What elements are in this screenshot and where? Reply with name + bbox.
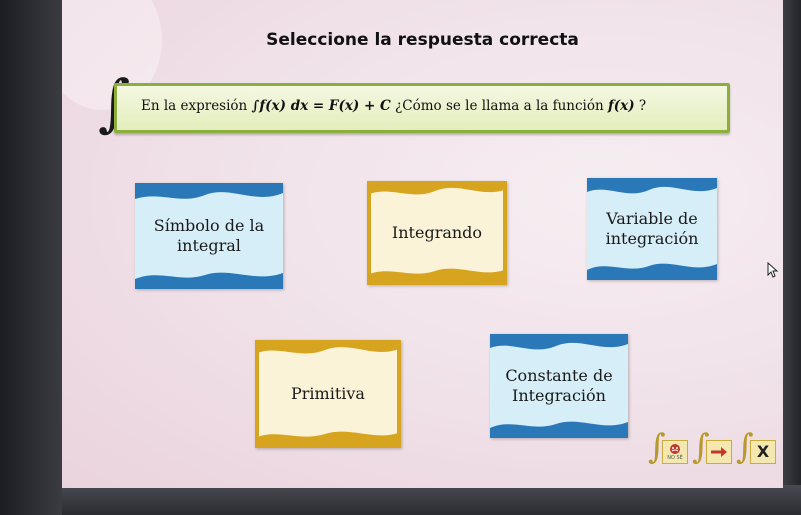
option-card-integrando[interactable]: Integrando xyxy=(367,181,507,285)
toolbar: ∫ NO SÉ ∫ ∫ X xyxy=(648,428,778,468)
option-label: Símbolo de la integral xyxy=(153,216,265,255)
option-label: Variable de integración xyxy=(605,209,699,248)
app-screen: Seleccione la respuesta correcta ∫ En la… xyxy=(62,0,783,488)
option-label: Constante de Integración xyxy=(505,366,613,405)
option-label: Integrando xyxy=(391,223,483,242)
close-x-icon: X xyxy=(750,440,776,464)
close-button[interactable]: ∫ X xyxy=(736,428,780,468)
no-se-label: NO SÉ xyxy=(667,455,683,461)
option-card-constante[interactable]: Constante de Integración xyxy=(490,334,628,438)
option-card-variable[interactable]: Variable de integración xyxy=(587,178,717,280)
option-label: Primitiva xyxy=(291,384,365,403)
next-button[interactable]: ∫ xyxy=(692,428,736,468)
option-card-primitiva[interactable]: Primitiva xyxy=(255,340,401,448)
no-se-icon: NO SÉ xyxy=(662,440,688,464)
question-formula: ∫f(x) dx = F(x) + C xyxy=(251,98,391,114)
monitor-bezel-left xyxy=(0,0,62,515)
mouse-cursor-icon xyxy=(767,262,779,278)
monitor-bezel-bottom xyxy=(62,485,801,515)
page-title: Seleccione la respuesta correcta xyxy=(266,30,579,50)
no-se-button[interactable]: ∫ NO SÉ xyxy=(648,428,692,468)
monitor-bezel-right xyxy=(783,0,801,515)
question-text: En la expresión ∫f(x) dx = F(x) + C ¿Cóm… xyxy=(141,98,647,114)
question-bar: En la expresión ∫f(x) dx = F(x) + C ¿Cóm… xyxy=(114,83,730,133)
question-function: f(x) xyxy=(607,98,635,114)
option-card-simbolo[interactable]: Símbolo de la integral xyxy=(135,183,283,289)
arrow-right-icon xyxy=(706,440,732,464)
